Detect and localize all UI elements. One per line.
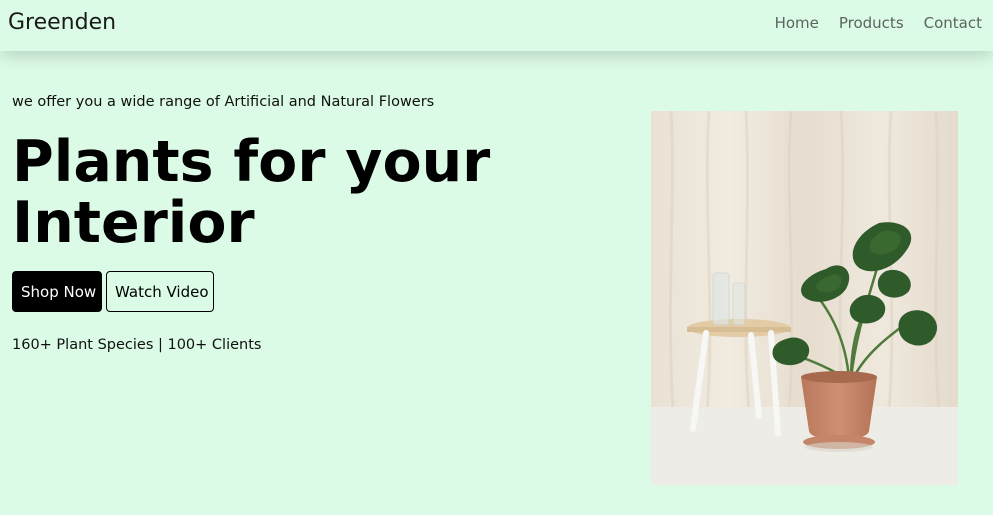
monstera-plant-illustration	[651, 111, 958, 485]
brand-logo[interactable]: Greenden	[8, 10, 116, 35]
nav-link-home[interactable]: Home	[775, 14, 819, 32]
nav-link-products[interactable]: Products	[839, 14, 904, 32]
watch-video-button[interactable]: Watch Video	[106, 271, 214, 312]
hero-headline: Plants for your Interior	[12, 132, 612, 254]
hero-plant-image	[651, 111, 958, 485]
hero-tagline: we offer you a wide range of Artificial …	[12, 94, 435, 110]
headline-line-1: Plants for your	[12, 129, 491, 195]
shop-now-button[interactable]: Shop Now	[12, 271, 102, 312]
hero-stats: 160+ Plant Species | 100+ Clients	[12, 337, 262, 353]
navbar: Greenden Home Products Contact	[0, 0, 993, 51]
nav-links: Home Products Contact	[775, 14, 982, 32]
headline-line-2: Interior	[12, 190, 255, 256]
nav-link-contact[interactable]: Contact	[924, 14, 982, 32]
